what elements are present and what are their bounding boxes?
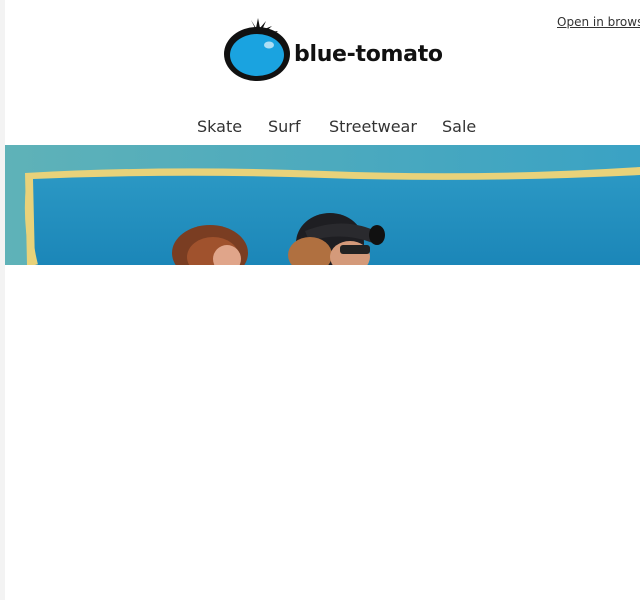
- hero-banner-image[interactable]: [5, 145, 640, 265]
- nav-item-surf[interactable]: Surf: [268, 117, 301, 136]
- nav-item-sale[interactable]: Sale: [442, 117, 476, 136]
- nav-item-streetwear[interactable]: Streetwear: [329, 117, 417, 136]
- email-page: Open in browse blue-tomato Skate Surf St…: [0, 0, 640, 600]
- brand-logo[interactable]: blue-tomato: [222, 18, 452, 84]
- nav-item-skate[interactable]: Skate: [197, 117, 242, 136]
- category-nav: Skate Surf Streetwear Sale: [0, 117, 640, 139]
- blue-tomato-logo-icon: [224, 18, 290, 81]
- open-in-browser-link[interactable]: Open in browse: [557, 15, 640, 29]
- hero-photo: [5, 145, 640, 265]
- left-margin-strip: [0, 0, 5, 600]
- logo-wordmark: blue-tomato: [294, 42, 443, 67]
